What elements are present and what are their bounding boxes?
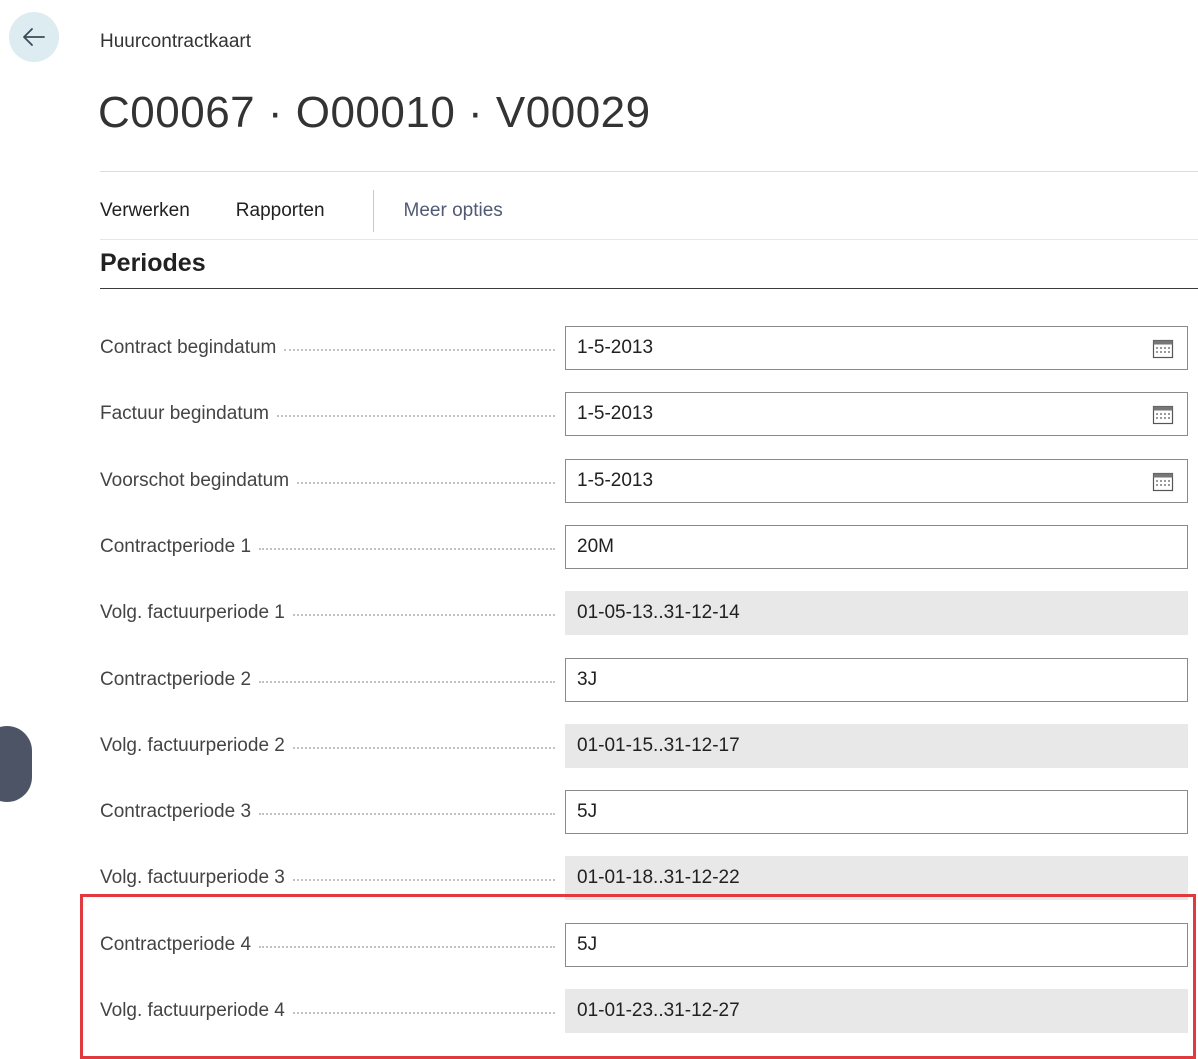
field-label-text: Volg. factuurperiode 4 [100,1000,285,1021]
field-row: Contractperiode 1 20M [100,525,1188,569]
field-input[interactable]: 1-5-2013 [565,392,1188,436]
field-label: Factuur begindatum [100,392,565,436]
field-value-text: 01-01-18..31-12-22 [577,867,740,888]
highlight-annotation [80,894,1196,1059]
field-label-text: Volg. factuurperiode 2 [100,735,285,756]
field-readonly-value: 01-01-18..31-12-22 [565,856,1188,900]
label-leader-dots [277,415,555,417]
label-leader-dots [292,747,555,749]
label-leader-dots [284,349,555,351]
label-leader-dots [292,614,555,616]
label-leader-dots [292,1012,555,1014]
field-row: Volg. factuurperiode 3 01-01-18..31-12-22 [100,856,1188,900]
divider [100,171,1198,172]
calendar-icon[interactable] [1151,402,1175,426]
field-value-text: 1-5-2013 [577,403,654,424]
field-readonly-value: 01-01-15..31-12-17 [565,724,1188,768]
action-separator [372,190,374,232]
field-label: Contractperiode 4 [100,923,565,967]
field-input[interactable]: 20M [565,525,1188,569]
section-divider [100,288,1198,289]
field-label-text: Volg. factuurperiode 3 [100,867,285,888]
reports-action[interactable]: Rapporten [236,200,325,222]
field-value-text: 20M [577,536,614,557]
field-label-text: Contractperiode 4 [100,934,252,955]
calendar-icon[interactable] [1151,469,1175,493]
field-row: Volg. factuurperiode 4 01-01-23..31-12-27 [100,989,1188,1033]
label-leader-dots [259,681,555,683]
field-row: Contractperiode 3 5J [100,790,1188,834]
process-action[interactable]: Verwerken [100,200,190,222]
field-label: Volg. factuurperiode 4 [100,989,565,1033]
breadcrumb: Huurcontractkaart [100,31,252,52]
label-leader-dots [297,482,555,484]
field-input[interactable]: 1-5-2013 [565,326,1188,370]
field-value-text: 01-01-15..31-12-17 [577,735,740,756]
field-label-text: Volg. factuurperiode 1 [100,602,285,623]
field-label: Contractperiode 1 [100,525,565,569]
field-label-text: Contractperiode 1 [100,536,252,557]
field-value-text: 3J [577,669,598,690]
label-leader-dots [292,879,555,881]
field-label-text: Contract begindatum [100,337,277,358]
field-value-text: 1-5-2013 [577,470,654,491]
field-value-text: 5J [577,801,598,822]
field-row: Volg. factuurperiode 2 01-01-15..31-12-17 [100,724,1188,768]
field-value-text: 01-05-13..31-12-14 [577,602,740,623]
field-readonly-value: 01-05-13..31-12-14 [565,591,1188,635]
field-row: Contract begindatum 1-5-2013 [100,326,1188,370]
label-leader-dots [259,548,555,550]
field-readonly-value: 01-01-23..31-12-27 [565,989,1188,1033]
field-label-text: Voorschot begindatum [100,470,290,491]
field-row: Contractperiode 2 3J [100,658,1188,702]
field-value-text: 1-5-2013 [577,337,654,358]
field-input[interactable]: 3J [565,658,1188,702]
calendar-icon[interactable] [1151,336,1175,360]
action-bar: Verwerken Rapporten Meer opties [100,190,1100,232]
field-row: Factuur begindatum 1-5-2013 [100,392,1188,436]
field-value-text: 5J [577,934,598,955]
field-row: Contractperiode 4 5J [100,923,1188,967]
field-value-text: 01-01-23..31-12-27 [577,1000,740,1021]
field-label: Contractperiode 3 [100,790,565,834]
field-row: Volg. factuurperiode 1 01-05-13..31-12-14 [100,591,1188,635]
field-input[interactable]: 1-5-2013 [565,459,1188,503]
field-input[interactable]: 5J [565,790,1188,834]
label-leader-dots [259,813,555,815]
arrow-left-icon [23,28,45,46]
section-title[interactable]: Periodes [100,249,206,278]
field-label: Volg. factuurperiode 3 [100,856,565,900]
back-button[interactable] [9,12,59,62]
field-label: Voorschot begindatum [100,459,565,503]
more-options-action[interactable]: Meer opties [404,200,503,222]
divider [100,239,1198,240]
field-row: Voorschot begindatum 1-5-2013 [100,459,1188,503]
field-label: Volg. factuurperiode 2 [100,724,565,768]
field-input[interactable]: 5J [565,923,1188,967]
field-label-text: Contractperiode 2 [100,669,252,690]
label-leader-dots [259,946,555,948]
side-panel-handle[interactable] [0,726,32,802]
field-label: Volg. factuurperiode 1 [100,591,565,635]
field-label-text: Factuur begindatum [100,403,269,424]
field-label-text: Contractperiode 3 [100,801,252,822]
field-label: Contractperiode 2 [100,658,565,702]
field-label: Contract begindatum [100,326,565,370]
page-title: C00067 · O00010 · V00029 [98,88,651,137]
